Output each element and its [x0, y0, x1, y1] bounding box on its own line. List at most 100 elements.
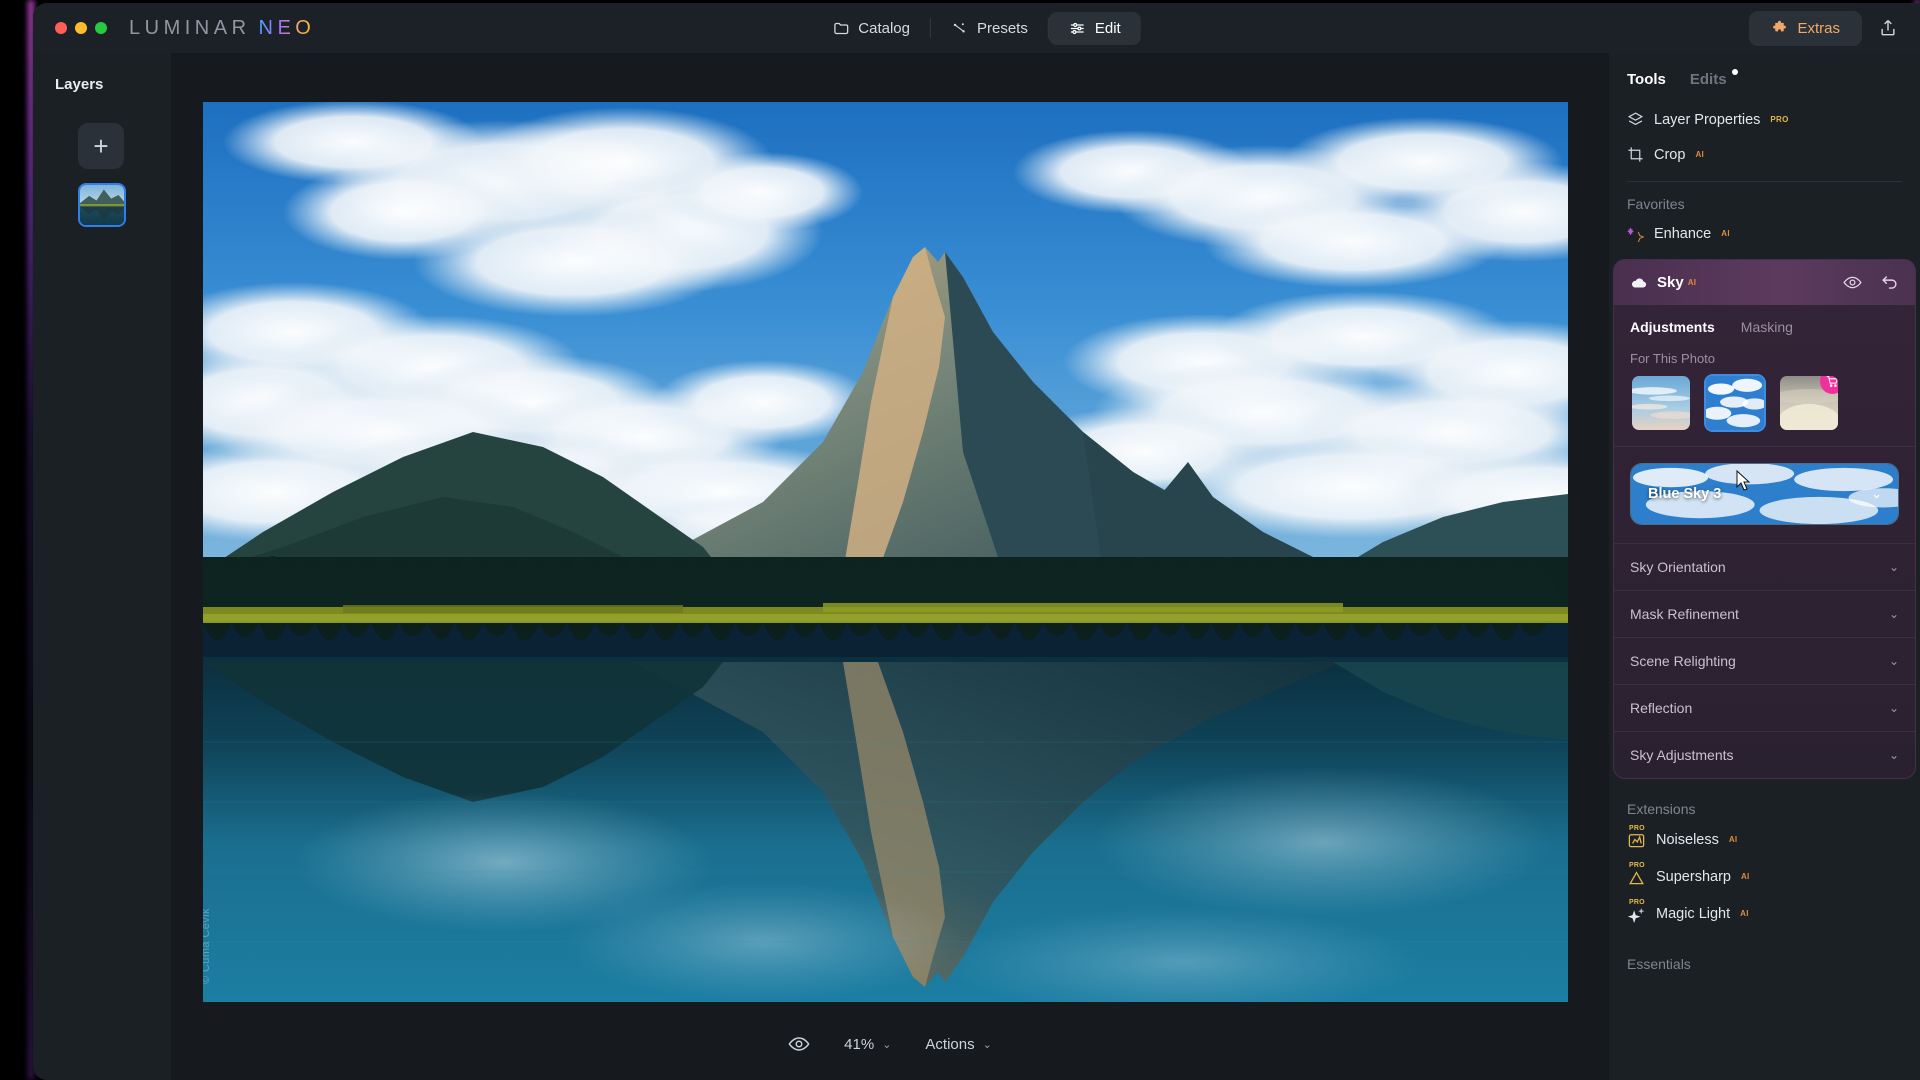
sky-thumb-wispy[interactable] — [1630, 374, 1692, 432]
chevron-down-icon: ⌄ — [1888, 748, 1899, 762]
sky-section-sky-adjustments-label: Sky Adjustments — [1630, 747, 1734, 763]
sky-thumbnail-list — [1614, 374, 1915, 446]
tool-layer-properties-label: Layer Properties — [1654, 111, 1761, 128]
actions-label: Actions — [925, 1035, 975, 1053]
extension-supersharp-label: Supersharp — [1656, 868, 1731, 885]
maximize-button[interactable] — [95, 22, 107, 34]
sky-tab-masking[interactable]: Masking — [1741, 319, 1793, 335]
sky-panel-title: Sky — [1657, 274, 1684, 291]
tab-catalog[interactable]: Catalog — [812, 12, 930, 45]
tab-edits[interactable]: Edits — [1690, 69, 1738, 88]
close-button[interactable] — [55, 22, 67, 34]
tab-tools[interactable]: Tools — [1627, 71, 1666, 88]
zoom-control[interactable]: 41% ⌄ — [844, 1036, 891, 1053]
tab-edit[interactable]: Edit — [1048, 11, 1141, 45]
eye-icon[interactable] — [788, 1033, 810, 1055]
pro-badge: PRO — [1629, 825, 1645, 832]
undo-icon[interactable] — [1880, 273, 1899, 292]
layer-thumb-image — [80, 185, 124, 225]
canvas-area: © Cuma Cevik 41% ⌄ Actions ⌄ — [171, 53, 1609, 1080]
photo-canvas[interactable]: © Cuma Cevik — [203, 102, 1568, 1002]
extras-label: Extras — [1797, 19, 1840, 37]
minimize-button[interactable] — [75, 22, 87, 34]
sky-section-mask-refinement-label: Mask Refinement — [1630, 606, 1739, 622]
ai-badge: AI — [1728, 835, 1738, 844]
chevron-down-icon: ⌄ — [982, 1038, 992, 1051]
ai-badge: AI — [1695, 150, 1705, 159]
ai-badge: AI — [1740, 909, 1749, 918]
tab-tools-label: Tools — [1627, 71, 1666, 88]
enhance-sparkle-icon — [1627, 227, 1644, 242]
tab-catalog-label: Catalog — [858, 19, 910, 37]
extension-noiseless-label: Noiseless — [1656, 831, 1719, 848]
layers-icon — [1627, 112, 1644, 126]
mouse-cursor — [1736, 470, 1751, 491]
cloud-icon — [1631, 277, 1647, 287]
sky-section-orientation[interactable]: Sky Orientation ⌄ — [1614, 543, 1915, 590]
sky-tab-adjustments[interactable]: Adjustments — [1630, 319, 1715, 335]
layers-panel: Layers + — [33, 53, 171, 1080]
sky-thumb-blue[interactable] — [1704, 374, 1766, 432]
window-controls[interactable] — [55, 22, 107, 34]
app-root: LUMINAR NEO Catalog Presets Edit Extras … — [0, 0, 1920, 1080]
pro-badge: PRO — [1629, 862, 1645, 869]
actions-menu[interactable]: Actions ⌄ — [925, 1036, 991, 1053]
chevron-down-icon: ⌄ — [1888, 607, 1899, 621]
extensions-section-label: Extensions — [1627, 801, 1696, 817]
sky-tool-panel: Sky AI Adjustments Masking For This Phot… — [1613, 259, 1916, 779]
add-layer-button[interactable]: + — [78, 123, 124, 169]
share-icon[interactable] — [1878, 18, 1898, 38]
extension-magic-light[interactable]: PRO Magic Light AI — [1609, 895, 1920, 932]
extension-supersharp[interactable]: PRO Supersharp AI — [1609, 858, 1920, 895]
sky-section-mask-refinement[interactable]: Mask Refinement ⌄ — [1614, 590, 1915, 637]
add-layer-label: + — [93, 131, 109, 161]
layer-item-thumbnail[interactable] — [78, 183, 126, 227]
tool-enhance[interactable]: Enhance AI — [1609, 216, 1920, 251]
main-window: LUMINAR NEO Catalog Presets Edit Extras … — [33, 3, 1920, 1080]
essentials-section-label: Essentials — [1627, 956, 1691, 972]
tab-presets[interactable]: Presets — [931, 12, 1048, 45]
tool-crop-label: Crop — [1654, 146, 1686, 163]
puzzle-icon — [1773, 20, 1787, 31]
brand-luminar: LUMINAR — [129, 16, 251, 39]
sky-section-orientation-label: Sky Orientation — [1630, 559, 1726, 575]
supersharp-icon: PRO — [1627, 862, 1646, 886]
title-bar-right: Extras — [1749, 10, 1898, 46]
sky-tab-adjustments-label: Adjustments — [1630, 319, 1715, 335]
photo-watermark: © Cuma Cevik — [203, 908, 212, 984]
sky-section-reflection[interactable]: Reflection ⌄ — [1614, 684, 1915, 731]
tool-crop[interactable]: Crop AI — [1609, 137, 1920, 172]
magic-light-icon: PRO — [1627, 899, 1646, 923]
tools-panel: Tools Edits Layer Properties PRO Crop AI… — [1609, 53, 1920, 1080]
chevron-down-icon: ⌄ — [1888, 701, 1899, 715]
sky-thumb-premium[interactable] — [1778, 374, 1840, 432]
folder-icon — [833, 22, 848, 34]
noiseless-icon: PRO — [1627, 825, 1646, 849]
tool-layer-properties[interactable]: Layer Properties PRO — [1609, 102, 1920, 137]
sky-preset-name: Blue Sky 3 — [1648, 486, 1722, 502]
cart-icon — [1826, 376, 1838, 387]
sky-preset-selector[interactable]: Blue Sky 3 ⌄ — [1630, 463, 1899, 525]
extension-noiseless[interactable]: PRO Noiseless AI — [1609, 821, 1920, 858]
for-this-photo-label: For This Photo — [1630, 351, 1716, 366]
sky-thumb-blue-image — [1706, 376, 1764, 430]
sky-panel-divider — [1614, 446, 1915, 447]
eye-icon[interactable] — [1843, 273, 1862, 292]
sky-sub-tabs: Adjustments Masking — [1614, 305, 1915, 339]
pro-badge: PRO — [1629, 899, 1645, 906]
sky-section-scene-relighting[interactable]: Scene Relighting ⌄ — [1614, 637, 1915, 684]
sky-panel-header[interactable]: Sky AI — [1614, 260, 1915, 305]
tab-presets-label: Presets — [976, 19, 1028, 37]
zoom-value: 41% — [844, 1035, 875, 1053]
extras-button[interactable]: Extras — [1749, 10, 1862, 46]
sky-section-reflection-label: Reflection — [1630, 700, 1693, 716]
sparkle-icon — [954, 22, 965, 33]
sky-section-sky-adjustments[interactable]: Sky Adjustments ⌄ — [1614, 731, 1915, 778]
tool-enhance-label: Enhance — [1654, 225, 1712, 242]
canvas-bottom-bar: 41% ⌄ Actions ⌄ — [171, 1005, 1609, 1080]
sliders-icon — [1070, 22, 1084, 34]
chevron-down-icon: ⌄ — [1888, 560, 1899, 574]
sky-tab-masking-label: Masking — [1740, 319, 1793, 335]
brand-neo: NEO — [258, 16, 316, 39]
sky-panel-actions — [1843, 273, 1899, 292]
